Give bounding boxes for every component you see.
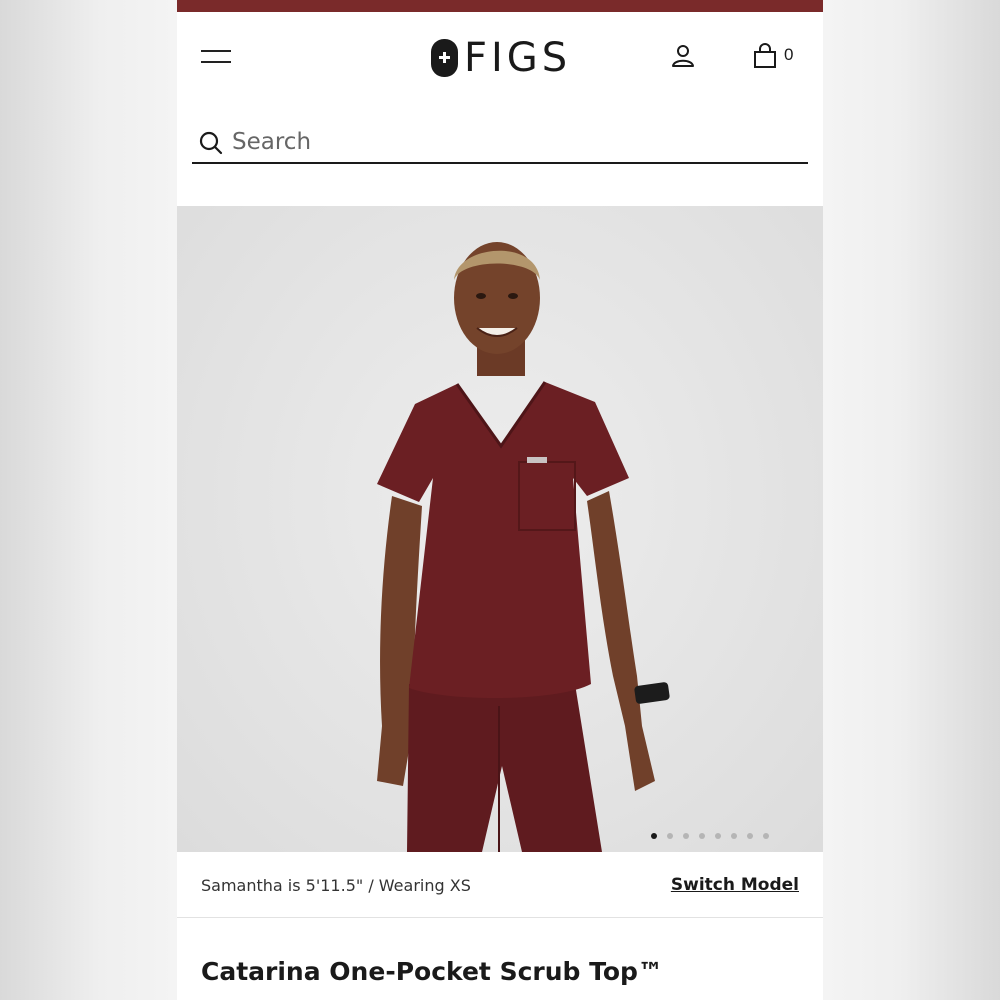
site-header: FIGS 0 [177,12,823,100]
search-bar [192,122,808,164]
search-icon[interactable] [198,130,224,156]
account-icon[interactable] [669,42,697,70]
brand-wordmark: FIGS [464,35,572,81]
model-product-photo [377,242,670,852]
carousel-dot[interactable] [699,833,705,839]
carousel-dot[interactable] [747,833,753,839]
carousel-dot[interactable] [763,833,769,839]
top-accent-strip [177,0,823,12]
hamburger-menu-icon[interactable] [199,46,233,68]
model-info-bar: Samantha is 5'11.5" / Wearing XS Switch … [177,852,823,918]
shopping-bag-icon[interactable] [751,42,779,70]
search-input[interactable] [232,126,792,158]
brand-logo[interactable]: FIGS [431,36,571,80]
mobile-page: FIGS 0 Search Samantha is 5'11.5" / Wear… [177,0,823,1000]
switch-model-link[interactable]: Switch Model [671,875,799,895]
product-title: Catarina One-Pocket Scrub Top™ [201,957,663,986]
model-size-info: Samantha is 5'11.5" / Wearing XS [201,876,471,895]
carousel-dots [651,833,769,839]
carousel-dot[interactable] [651,833,657,839]
carousel-dot[interactable] [731,833,737,839]
carousel-dot[interactable] [715,833,721,839]
product-image-carousel[interactable] [177,206,823,852]
cart-count-badge: 0 [784,45,794,64]
carousel-dot[interactable] [667,833,673,839]
plus-badge-icon [431,39,458,77]
carousel-dot[interactable] [683,833,689,839]
